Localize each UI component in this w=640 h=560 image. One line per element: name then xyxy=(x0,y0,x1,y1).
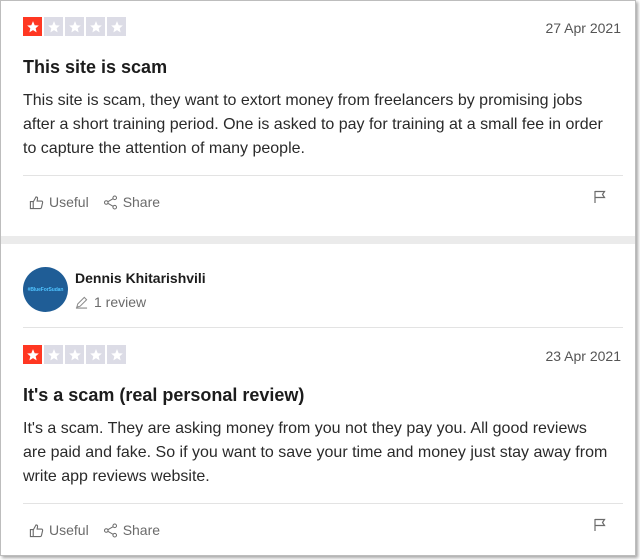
useful-button[interactable]: Useful xyxy=(29,194,89,210)
thumbs-up-icon xyxy=(29,195,44,209)
review-actions: Useful Share xyxy=(29,522,160,538)
share-label: Share xyxy=(122,522,161,538)
share-label: Share xyxy=(122,194,161,210)
review-actions: Useful Share xyxy=(29,194,160,210)
star-icon xyxy=(86,17,105,36)
star-icon xyxy=(107,17,126,36)
star-rating xyxy=(23,345,126,364)
star-icon xyxy=(65,17,84,36)
review-separator xyxy=(1,236,635,244)
review-title: It's a scam (real personal review) xyxy=(23,385,305,405)
review-body: It's a scam. They are asking money from … xyxy=(23,420,608,485)
avatar-text: #BlueForSudan xyxy=(27,286,64,293)
useful-label: Useful xyxy=(49,194,89,210)
share-icon xyxy=(103,195,117,209)
flag-icon[interactable] xyxy=(593,518,607,532)
thumbs-up-icon xyxy=(29,523,44,537)
divider xyxy=(23,175,623,176)
star-icon xyxy=(23,17,42,36)
useful-button[interactable]: Useful xyxy=(29,522,89,538)
star-icon xyxy=(86,345,105,364)
review-date: 23 Apr 2021 xyxy=(545,348,621,364)
avatar[interactable]: #BlueForSudan xyxy=(23,267,68,312)
pencil-icon xyxy=(75,296,88,309)
flag-icon[interactable] xyxy=(593,190,607,204)
share-button[interactable]: Share xyxy=(103,194,160,210)
review-title: This site is scam xyxy=(23,57,168,77)
useful-label: Useful xyxy=(49,522,89,538)
star-rating xyxy=(23,17,126,36)
star-icon xyxy=(23,345,42,364)
author-name[interactable]: Dennis Khitarishvili xyxy=(75,270,206,286)
star-icon xyxy=(107,345,126,364)
review-body: This site is scam, they want to extort m… xyxy=(23,92,603,157)
reviews-panel: 27 Apr 2021 This site is scam This site … xyxy=(0,0,636,556)
divider xyxy=(23,503,623,504)
share-button[interactable]: Share xyxy=(103,522,160,538)
star-icon xyxy=(44,345,63,364)
review-count-label: 1 review xyxy=(94,294,147,310)
star-icon xyxy=(65,345,84,364)
star-icon xyxy=(44,17,63,36)
share-icon xyxy=(103,523,117,537)
divider xyxy=(23,327,623,328)
review-date: 27 Apr 2021 xyxy=(545,20,621,36)
author-review-count: 1 review xyxy=(75,294,146,310)
